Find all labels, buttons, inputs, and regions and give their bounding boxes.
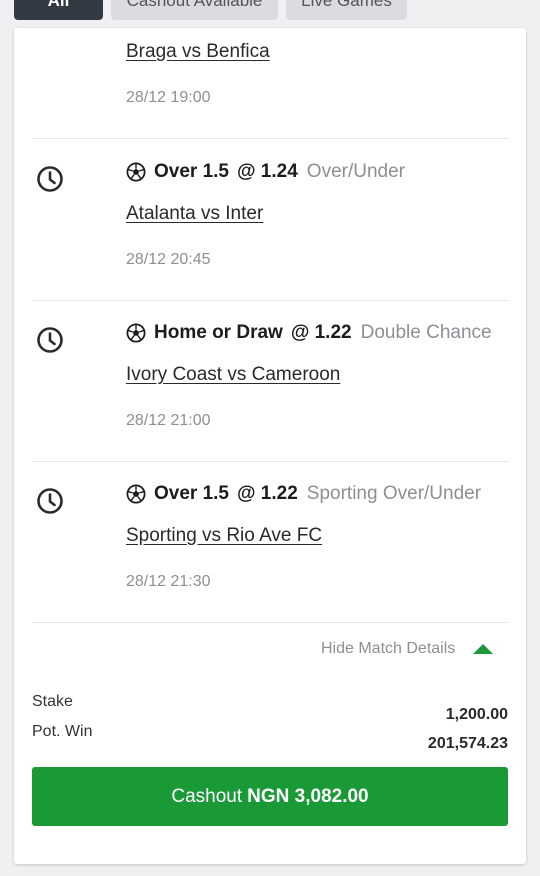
- selection-line: Over 1.5 @ 1.22 Sporting Over/Under: [126, 483, 481, 505]
- selection-line: Home or Draw @ 1.22 Double Chance: [126, 322, 492, 344]
- toggle-label: Hide Match Details: [321, 640, 456, 657]
- filter-bar: All Cashout Available Live Games: [0, 0, 540, 20]
- cashout-button[interactable]: Cashout NGN 3,082.00: [32, 767, 508, 826]
- cashout-label: Cashout: [171, 785, 243, 807]
- pot-win-value: 201,574.23: [427, 735, 508, 752]
- filter-chip-live-games[interactable]: Live Games: [286, 0, 407, 20]
- divider: [32, 622, 508, 623]
- selection-odds: @ 1.22: [237, 483, 298, 504]
- match-time: 28/12 20:45: [126, 251, 211, 268]
- selection-name: Home or Draw: [154, 322, 283, 343]
- bet-selection-item: Over 1.5 @ 1.22 Sporting Over/Under Spor…: [14, 461, 526, 622]
- match-time: 28/12 21:00: [126, 412, 211, 429]
- selection-line: Over 1.5 @ 1.24 Over/Under: [126, 161, 405, 183]
- selection-odds: @ 1.24: [237, 161, 298, 182]
- soccer-ball-icon: [126, 162, 146, 182]
- selection-name: Over 1.5: [154, 483, 229, 504]
- stake-label: Stake: [32, 693, 73, 710]
- filter-chip-all[interactable]: All: [14, 0, 103, 20]
- bet-selection-item: Home or Draw @ 1.22 Double Chance Ivory …: [14, 300, 526, 461]
- selection-odds: @ 1.22: [290, 322, 352, 343]
- match-link[interactable]: Atalanta vs Inter: [126, 203, 263, 225]
- match-link[interactable]: Ivory Coast vs Cameroon: [126, 364, 340, 386]
- chevron-up-icon: [473, 644, 494, 654]
- clock-icon: [37, 166, 63, 192]
- clock-icon: [37, 488, 63, 514]
- market-name: Over/Under: [306, 161, 405, 182]
- bet-selection-item: Over 1.5 @ 1.24 Over/Under Atalanta vs I…: [14, 139, 526, 300]
- market-name: Sporting Over/Under: [306, 483, 482, 504]
- bet-card: Braga vs Benfica 28/12 19:00 Over 1.5 @ …: [14, 28, 526, 864]
- market-name: Double Chance: [360, 322, 492, 343]
- pot-win-label: Pot. Win: [32, 723, 93, 740]
- cashout-amount: NGN 3,082.00: [247, 785, 369, 807]
- match-time: 28/12 19:00: [126, 89, 211, 106]
- stake-value: 1,200.00: [445, 706, 508, 723]
- soccer-ball-icon: [126, 323, 146, 343]
- hide-match-details-toggle[interactable]: Hide Match Details: [321, 640, 494, 658]
- clock-icon: [37, 327, 63, 353]
- soccer-ball-icon: [126, 484, 146, 504]
- match-link[interactable]: Sporting vs Rio Ave FC: [126, 525, 322, 547]
- match-time: 28/12 21:30: [126, 573, 211, 590]
- bet-selection-item: Braga vs Benfica 28/12 19:00: [14, 28, 526, 139]
- filter-chip-cashout-available[interactable]: Cashout Available: [111, 0, 278, 20]
- match-link[interactable]: Braga vs Benfica: [126, 41, 270, 63]
- selection-name: Over 1.5: [154, 161, 229, 182]
